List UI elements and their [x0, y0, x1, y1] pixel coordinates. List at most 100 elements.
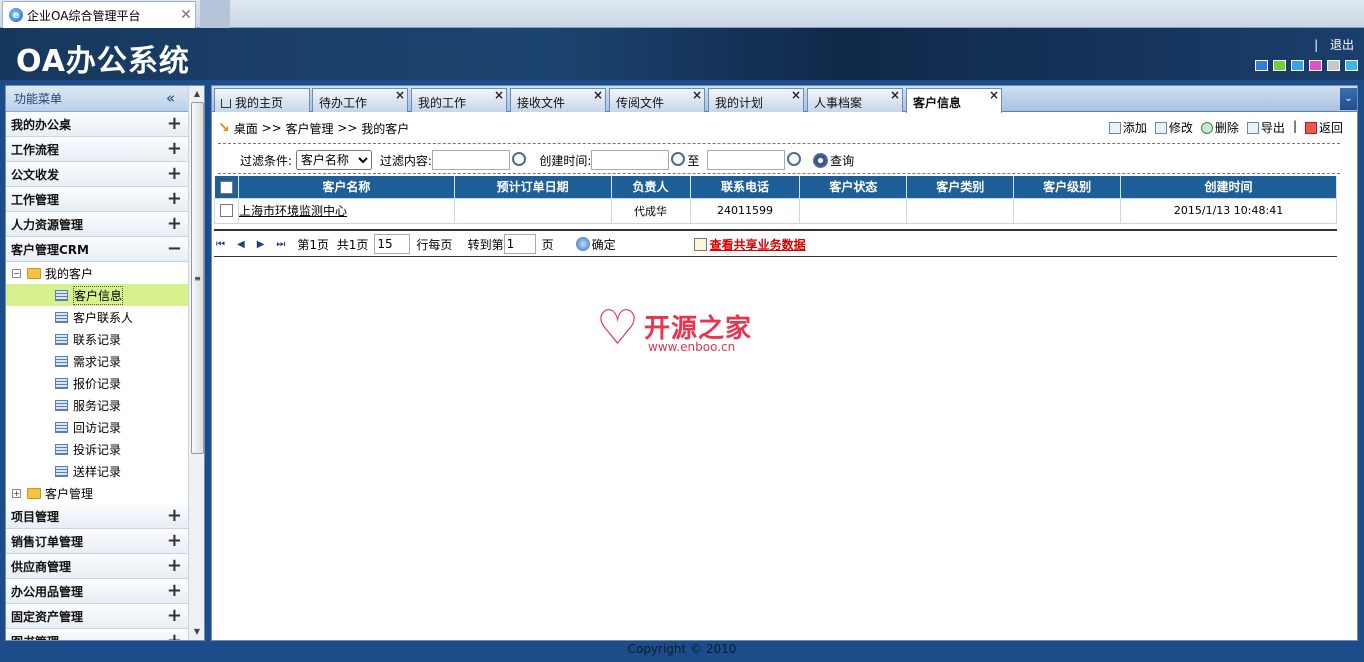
column-header[interactable]: 客户状态	[799, 176, 908, 198]
theme-swatch[interactable]	[1291, 60, 1304, 71]
tab-item[interactable]: 我的工作 ×	[411, 88, 507, 112]
sidebar-menu-item[interactable]: 人力资源管理 +	[6, 212, 188, 237]
customer-name-link[interactable]: 上海市环境监测中心	[237, 197, 455, 224]
tree-leaf-item[interactable]: 需求记录	[6, 350, 188, 372]
tab-item[interactable]: 我的计划 ×	[708, 88, 804, 112]
close-tab-icon[interactable]: ×	[494, 88, 504, 102]
tree-toggle-icon[interactable]: +	[12, 488, 21, 498]
breadcrumb-item[interactable]: 我的客户	[361, 120, 409, 137]
tree-leaf-item[interactable]: 联系记录	[6, 328, 188, 350]
date-to-search-icon[interactable]	[787, 152, 802, 166]
sidebar-menu-item[interactable]: 客户管理CRM −	[6, 237, 188, 262]
sidebar-menu-item[interactable]: 工作流程 +	[6, 137, 188, 162]
expand-toggle-icon[interactable]: +	[167, 605, 182, 626]
export-button[interactable]: 导出	[1246, 119, 1285, 136]
scroll-up-icon[interactable]: ▲	[189, 86, 204, 102]
query-icon[interactable]	[813, 152, 829, 168]
tab-item[interactable]: 接收文件 ×	[510, 88, 606, 112]
table-row[interactable]: 上海市环境监测中心 代成华 24011599 2015/1/13 10:48:41	[214, 197, 1337, 224]
theme-swatch[interactable]	[1273, 60, 1286, 71]
filter-content-input[interactable]	[431, 150, 510, 170]
tree-leaf-item[interactable]: 客户信息	[6, 284, 188, 306]
tree-leaf-item[interactable]: 回访记录	[6, 416, 188, 438]
confirm-icon[interactable]	[575, 237, 590, 251]
tree-leaf-item[interactable]: 送样记录	[6, 460, 188, 482]
query-button[interactable]: 查询	[830, 152, 854, 169]
expand-toggle-icon[interactable]: +	[167, 163, 182, 184]
sidebar-menu-item[interactable]: 固定资产管理 +	[6, 604, 188, 629]
prev-page-icon[interactable]: ◀	[237, 239, 245, 250]
theme-swatch[interactable]	[1309, 60, 1322, 71]
scroll-down-icon[interactable]: ▼	[189, 624, 204, 640]
browser-tab[interactable]: e 企业OA综合管理平台 ✕	[2, 1, 196, 28]
shared-data-link[interactable]: 查看共享业务数据	[693, 236, 806, 253]
tree-folder[interactable]: − 我的客户	[6, 262, 188, 284]
expand-toggle-icon[interactable]: +	[167, 213, 182, 234]
edit-button[interactable]: 修改	[1154, 119, 1193, 136]
sidebar-menu-item[interactable]: 公文收发 +	[6, 162, 188, 187]
column-header[interactable]: 客户类别	[906, 176, 1015, 198]
theme-swatch[interactable]	[1345, 60, 1358, 71]
sidebar-menu-item[interactable]: 供应商管理 +	[6, 554, 188, 579]
created-to-input[interactable]	[707, 150, 786, 170]
sidebar-menu-item[interactable]: 办公用品管理 +	[6, 579, 188, 604]
tree-leaf-item[interactable]: 报价记录	[6, 372, 188, 394]
column-header[interactable]: 客户级别	[1013, 176, 1122, 198]
expand-toggle-icon[interactable]: +	[167, 630, 182, 640]
column-header[interactable]: 预计订单日期	[454, 176, 612, 198]
tab-item[interactable]: 人事档案 ×	[807, 88, 903, 112]
column-header[interactable]: 联系电话	[690, 176, 801, 198]
row-checkbox[interactable]	[219, 204, 233, 218]
tree-leaf-item[interactable]: 投诉记录	[6, 438, 188, 460]
close-tab-icon[interactable]: ✕	[177, 7, 195, 23]
tab-item[interactable]: 待办工作 ×	[312, 88, 408, 112]
close-tab-icon[interactable]: ×	[593, 88, 603, 102]
expand-toggle-icon[interactable]: +	[167, 113, 182, 134]
per-page-input[interactable]	[374, 234, 411, 254]
expand-toggle-icon[interactable]: +	[167, 580, 182, 601]
expand-toggle-icon[interactable]: +	[167, 138, 182, 159]
date-from-search-icon[interactable]	[671, 152, 686, 166]
tab-item[interactable]: 我的主页	[214, 88, 310, 112]
collapse-sidebar-icon[interactable]: «	[166, 89, 175, 107]
sidebar-menu-item[interactable]: 图书管理 +	[6, 629, 188, 640]
breadcrumb-item[interactable]: 桌面	[234, 120, 258, 137]
expand-toggle-icon[interactable]: +	[167, 555, 182, 576]
column-header[interactable]: 客户名称	[238, 176, 455, 198]
tab-scroll-icon[interactable]: ⌄	[1340, 88, 1357, 110]
close-tab-icon[interactable]: ×	[890, 88, 900, 102]
sidebar-menu-item[interactable]: 销售订单管理 +	[6, 529, 188, 554]
next-page-icon[interactable]: ▶	[257, 239, 265, 250]
theme-swatch[interactable]	[1255, 60, 1268, 71]
breadcrumb-item[interactable]: 客户管理	[286, 120, 334, 137]
theme-swatch[interactable]	[1327, 60, 1340, 71]
close-tab-icon[interactable]: ×	[692, 88, 702, 102]
sidebar-scrollbar[interactable]: ▲ ≡ ▼	[188, 86, 204, 640]
column-header[interactable]: 负责人	[611, 176, 691, 198]
column-header[interactable]: 创建时间	[1120, 176, 1337, 198]
first-page-icon[interactable]: ⏮	[216, 239, 225, 250]
add-button[interactable]: 添加	[1108, 119, 1147, 136]
tab-item[interactable]: 传阅文件 ×	[609, 88, 705, 112]
created-from-input[interactable]	[591, 150, 670, 170]
close-tab-icon[interactable]: ×	[395, 88, 405, 102]
scroll-thumb[interactable]: ≡	[191, 102, 204, 454]
tab-item[interactable]: 客户信息 ×	[906, 88, 1002, 113]
expand-toggle-icon[interactable]: +	[167, 530, 182, 551]
filter-condition-select[interactable]: 客户名称	[295, 150, 372, 170]
expand-toggle-icon[interactable]: +	[167, 505, 182, 526]
tree-leaf-item[interactable]: 客户联系人	[6, 306, 188, 328]
sidebar-menu-item[interactable]: 工作管理 +	[6, 187, 188, 212]
expand-toggle-icon[interactable]: −	[167, 238, 182, 259]
logout-link[interactable]: 退出	[1330, 38, 1354, 52]
search-icon[interactable]	[511, 152, 526, 166]
back-button[interactable]: 返回	[1304, 119, 1343, 136]
delete-button[interactable]: 删除	[1200, 119, 1239, 136]
confirm-button[interactable]: 确定	[592, 236, 616, 253]
tree-toggle-icon[interactable]: −	[12, 268, 21, 278]
close-tab-icon[interactable]: ×	[989, 88, 999, 102]
tree-folder[interactable]: + 客户管理	[6, 482, 188, 504]
expand-toggle-icon[interactable]: +	[167, 188, 182, 209]
select-all-checkbox[interactable]	[219, 180, 233, 194]
sidebar-menu-item[interactable]: 项目管理 +	[6, 504, 188, 529]
